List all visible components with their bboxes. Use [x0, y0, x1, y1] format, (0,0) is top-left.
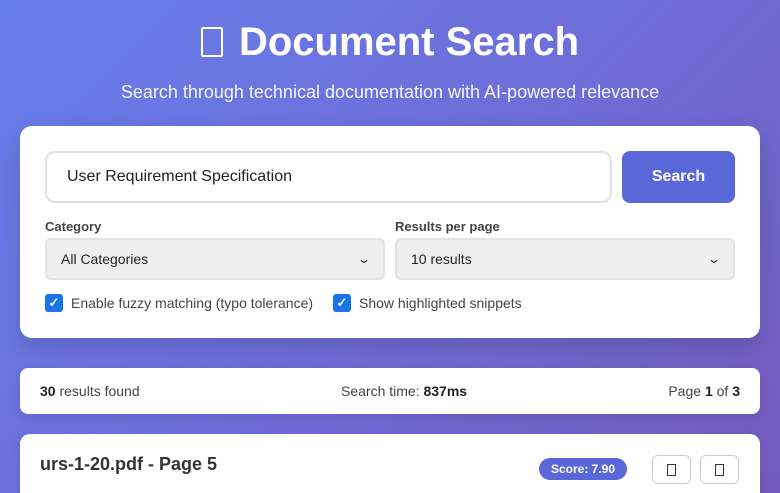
fuzzy-matching-checkbox[interactable]: ✓	[45, 294, 63, 312]
category-select[interactable]: All Categories ⌄	[45, 238, 385, 280]
search-time-label: Search time:	[341, 383, 424, 399]
page-header: Document Search Search through technical…	[0, 18, 780, 103]
highlighted-snippets-label: Show highlighted snippets	[359, 295, 522, 311]
result-card[interactable]: urs-1-20.pdf - Page 5 Score: 7.90	[20, 434, 760, 493]
results-per-page-select[interactable]: 10 results ⌄	[395, 238, 735, 280]
copy-button[interactable]	[700, 455, 739, 484]
view-icon	[667, 463, 676, 476]
fuzzy-matching-label: Enable fuzzy matching (typo tolerance)	[71, 295, 314, 311]
results-count-suffix: results found	[55, 383, 140, 399]
results-per-page-label: Results per page	[395, 219, 500, 234]
search-input[interactable]	[45, 151, 612, 203]
score-badge: Score: 7.90	[539, 458, 627, 480]
results-stats-bar: 30 results found Search time: 837ms Page…	[20, 368, 760, 414]
page-title: Document Search	[200, 18, 580, 66]
page-indicator: Page 1 of 3	[668, 383, 740, 399]
fuzzy-matching-toggle[interactable]: ✓ Enable fuzzy matching (typo tolerance)	[45, 294, 313, 312]
page-current: 1	[704, 383, 713, 399]
category-label: Category	[45, 219, 102, 234]
results-per-page-value: 10 results	[411, 251, 472, 267]
page-of: of	[712, 383, 733, 399]
category-select-value: All Categories	[61, 251, 149, 267]
page-subtitle: Search through technical documentation w…	[120, 82, 660, 102]
page-title-text: Document Search	[238, 20, 580, 64]
search-panel: Search Category All Categories ⌄ Results…	[20, 126, 760, 338]
results-count-value: 30	[40, 383, 56, 399]
search-button[interactable]: Search	[622, 151, 735, 203]
chevron-down-icon: ⌄	[356, 252, 372, 266]
chevron-down-icon: ⌄	[706, 252, 722, 266]
copy-icon	[715, 463, 724, 476]
result-title[interactable]: urs-1-20.pdf - Page 5	[40, 454, 217, 475]
search-time-value: 837ms	[423, 383, 468, 399]
highlighted-snippets-toggle[interactable]: ✓ Show highlighted snippets	[333, 294, 522, 312]
document-icon	[200, 27, 223, 57]
search-time: Search time: 837ms	[341, 383, 467, 399]
view-button[interactable]	[652, 455, 691, 484]
page-total: 3	[732, 383, 740, 399]
highlighted-snippets-checkbox[interactable]: ✓	[333, 294, 351, 312]
results-count: 30 results found	[40, 383, 140, 399]
page-label: Page	[668, 383, 705, 399]
